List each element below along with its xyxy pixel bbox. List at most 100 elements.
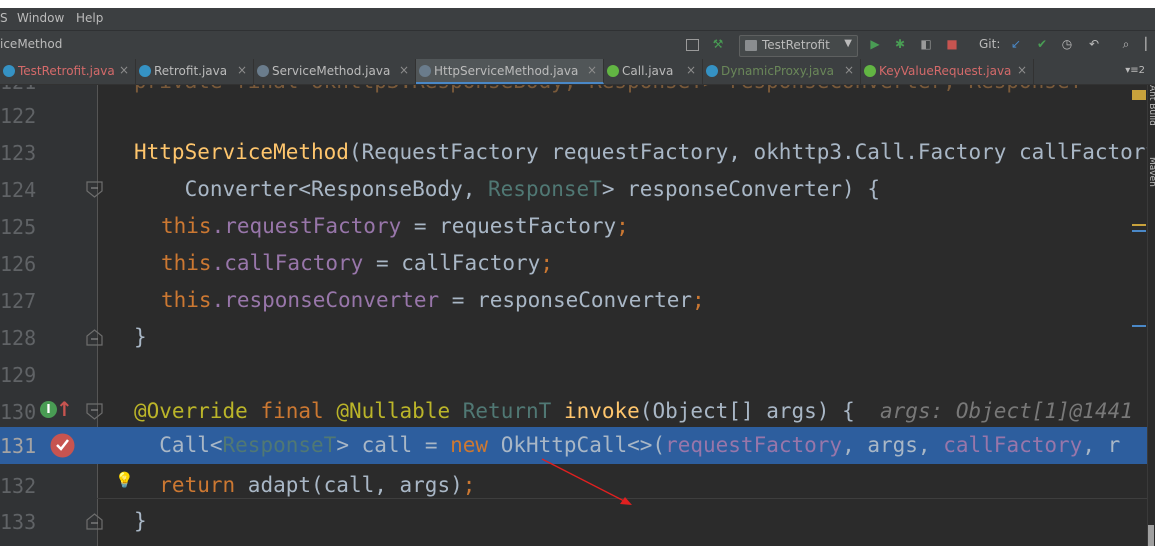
constructor-name: HttpServiceMethod — [134, 140, 349, 164]
code-token: .requestFactory — [211, 214, 402, 238]
code-line[interactable]: 127 this.responseConverter = responseCon… — [0, 282, 1147, 319]
close-icon[interactable]: × — [587, 63, 597, 77]
code-token: = callFactory — [363, 251, 541, 275]
code-token: adapt(call, args) — [235, 473, 463, 497]
override-arrow-icon[interactable]: ↑ — [56, 397, 73, 421]
code-token: ResponseT — [488, 177, 602, 201]
tab-overflow-icon[interactable]: ▾≡2 — [1125, 65, 1145, 76]
menu-item-help[interactable]: Help — [76, 11, 103, 25]
code-line[interactable]: 128 } — [0, 319, 1147, 356]
code-token: this — [161, 214, 212, 238]
fold-icon[interactable] — [86, 513, 103, 530]
code-token: ; — [540, 251, 553, 275]
git-label: Git: — [979, 37, 1001, 51]
code-line[interactable]: 124 Converter<ResponseBody, ResponseT> r… — [0, 171, 1147, 208]
menu-item-window[interactable]: Window — [17, 11, 64, 25]
tab-testretrofit[interactable]: TestRetrofit.java × — [0, 59, 136, 84]
project-structure-icon[interactable] — [686, 39, 699, 51]
scrollbar-thumb[interactable] — [1148, 525, 1154, 546]
line-number: 122 — [0, 104, 37, 128]
run-config-icon — [745, 40, 757, 51]
close-icon[interactable]: × — [237, 63, 247, 77]
tab-label: Call.java — [622, 64, 674, 78]
tab-label: Retrofit.java — [154, 64, 228, 78]
code-token: callFactory — [943, 433, 1083, 457]
line-number: 126 — [0, 252, 37, 276]
git-history-icon[interactable]: ◷ — [1060, 37, 1074, 51]
close-icon[interactable]: × — [844, 63, 854, 77]
maven-tab[interactable]: Maven — [1147, 157, 1155, 187]
close-icon[interactable]: × — [399, 63, 409, 77]
code-text: return adapt(call, args); — [134, 473, 475, 497]
chevron-down-icon: ▼ — [844, 38, 852, 49]
class-icon — [3, 65, 15, 77]
fold-icon[interactable] — [86, 403, 103, 420]
code-text: } — [134, 325, 147, 349]
code-line[interactable]: 122 — [0, 97, 1147, 134]
build-hammer-icon[interactable]: ⚒ — [711, 37, 725, 51]
abstract-class-icon — [419, 65, 431, 77]
code-token: invoke — [563, 399, 640, 423]
menu-item-s[interactable]: S — [0, 11, 8, 25]
more-icon[interactable]: ▏ — [1143, 37, 1155, 51]
code-token: ; — [692, 288, 705, 312]
code-token: ResponseT — [222, 433, 337, 457]
line-number: 132 — [0, 474, 37, 498]
tab-httpservicemethod[interactable]: HttpServiceMethod.java × — [416, 59, 604, 84]
code-token: @Override — [134, 399, 248, 423]
tab-retrofit[interactable]: Retrofit.java × — [136, 59, 254, 84]
line-number: 128 — [0, 326, 37, 350]
code-token: > responseConverter) { — [601, 177, 880, 201]
stop-icon[interactable]: ■ — [945, 37, 959, 51]
close-icon[interactable]: × — [119, 63, 129, 77]
vcs-change-marker[interactable] — [1132, 325, 1146, 327]
warning-marker[interactable] — [1132, 224, 1146, 226]
git-update-icon[interactable]: ↙ — [1009, 37, 1023, 51]
code-line[interactable]: 125 this.requestFactory = requestFactory… — [0, 208, 1147, 245]
git-commit-icon[interactable]: ✔ — [1035, 37, 1049, 51]
run-icon[interactable]: ▶ — [868, 37, 882, 51]
code-line[interactable]: 126 this.callFactory = callFactory; — [0, 245, 1147, 282]
debug-icon[interactable]: ✱ — [893, 37, 907, 51]
implements-icon[interactable]: I — [40, 401, 57, 418]
line-number: 133 — [0, 510, 37, 534]
close-icon[interactable]: × — [1017, 63, 1027, 77]
run-with-coverage-icon[interactable]: ◧ — [919, 37, 933, 51]
tab-servicemethod[interactable]: ServiceMethod.java × — [254, 59, 416, 84]
code-token: > call = — [336, 433, 451, 457]
warning-marker[interactable] — [1132, 90, 1146, 100]
breakpoint-icon[interactable] — [49, 432, 76, 459]
code-token: this — [161, 288, 212, 312]
breadcrumb[interactable]: iceMethod — [0, 37, 62, 51]
fold-icon[interactable] — [86, 329, 103, 346]
code-token: this — [161, 251, 212, 275]
vcs-change-marker[interactable] — [1132, 230, 1146, 232]
lightbulb-icon[interactable]: 💡 — [115, 471, 134, 489]
code-token: requestFactory — [665, 433, 843, 457]
interface-icon — [607, 65, 619, 77]
search-icon[interactable]: ⌕ — [1119, 37, 1133, 51]
tab-keyvaluerequest[interactable]: KeyValueRequest.java × — [861, 59, 1034, 84]
code-line[interactable]: 130 I ↑ @Override final @Nullable Return… — [0, 393, 1147, 430]
code-line[interactable]: 123 HttpServiceMethod(RequestFactory req… — [0, 134, 1147, 171]
run-configuration-dropdown[interactable]: TestRetrofit ▼ — [739, 35, 858, 57]
tab-call[interactable]: Call.java × — [604, 59, 703, 84]
code-text: @Override final @Nullable ReturnT invoke… — [134, 399, 1133, 423]
ant-build-tab[interactable]: Ant Build — [1147, 85, 1155, 126]
code-editor[interactable]: 121 private final okhttp3.ResponseBody, … — [0, 85, 1147, 546]
code-token: .responseConverter — [211, 288, 440, 312]
code-text: private final okhttp3.ResponseBody, Resp… — [134, 85, 1082, 93]
fold-icon[interactable] — [86, 181, 103, 198]
line-number: 125 — [0, 215, 37, 239]
code-line[interactable]: 129 — [0, 356, 1147, 393]
code-token: Converter<ResponseBody, — [134, 177, 489, 201]
close-icon[interactable]: × — [686, 63, 696, 77]
code-token: , r — [1082, 433, 1121, 457]
git-rollback-icon[interactable]: ↶ — [1087, 37, 1101, 51]
code-token: = responseConverter — [439, 288, 693, 312]
code-token: ; — [462, 473, 476, 497]
tab-dynamicproxy[interactable]: DynamicProxy.java × — [703, 59, 861, 84]
code-token: = requestFactory — [401, 214, 617, 238]
line-number: 124 — [0, 178, 37, 202]
